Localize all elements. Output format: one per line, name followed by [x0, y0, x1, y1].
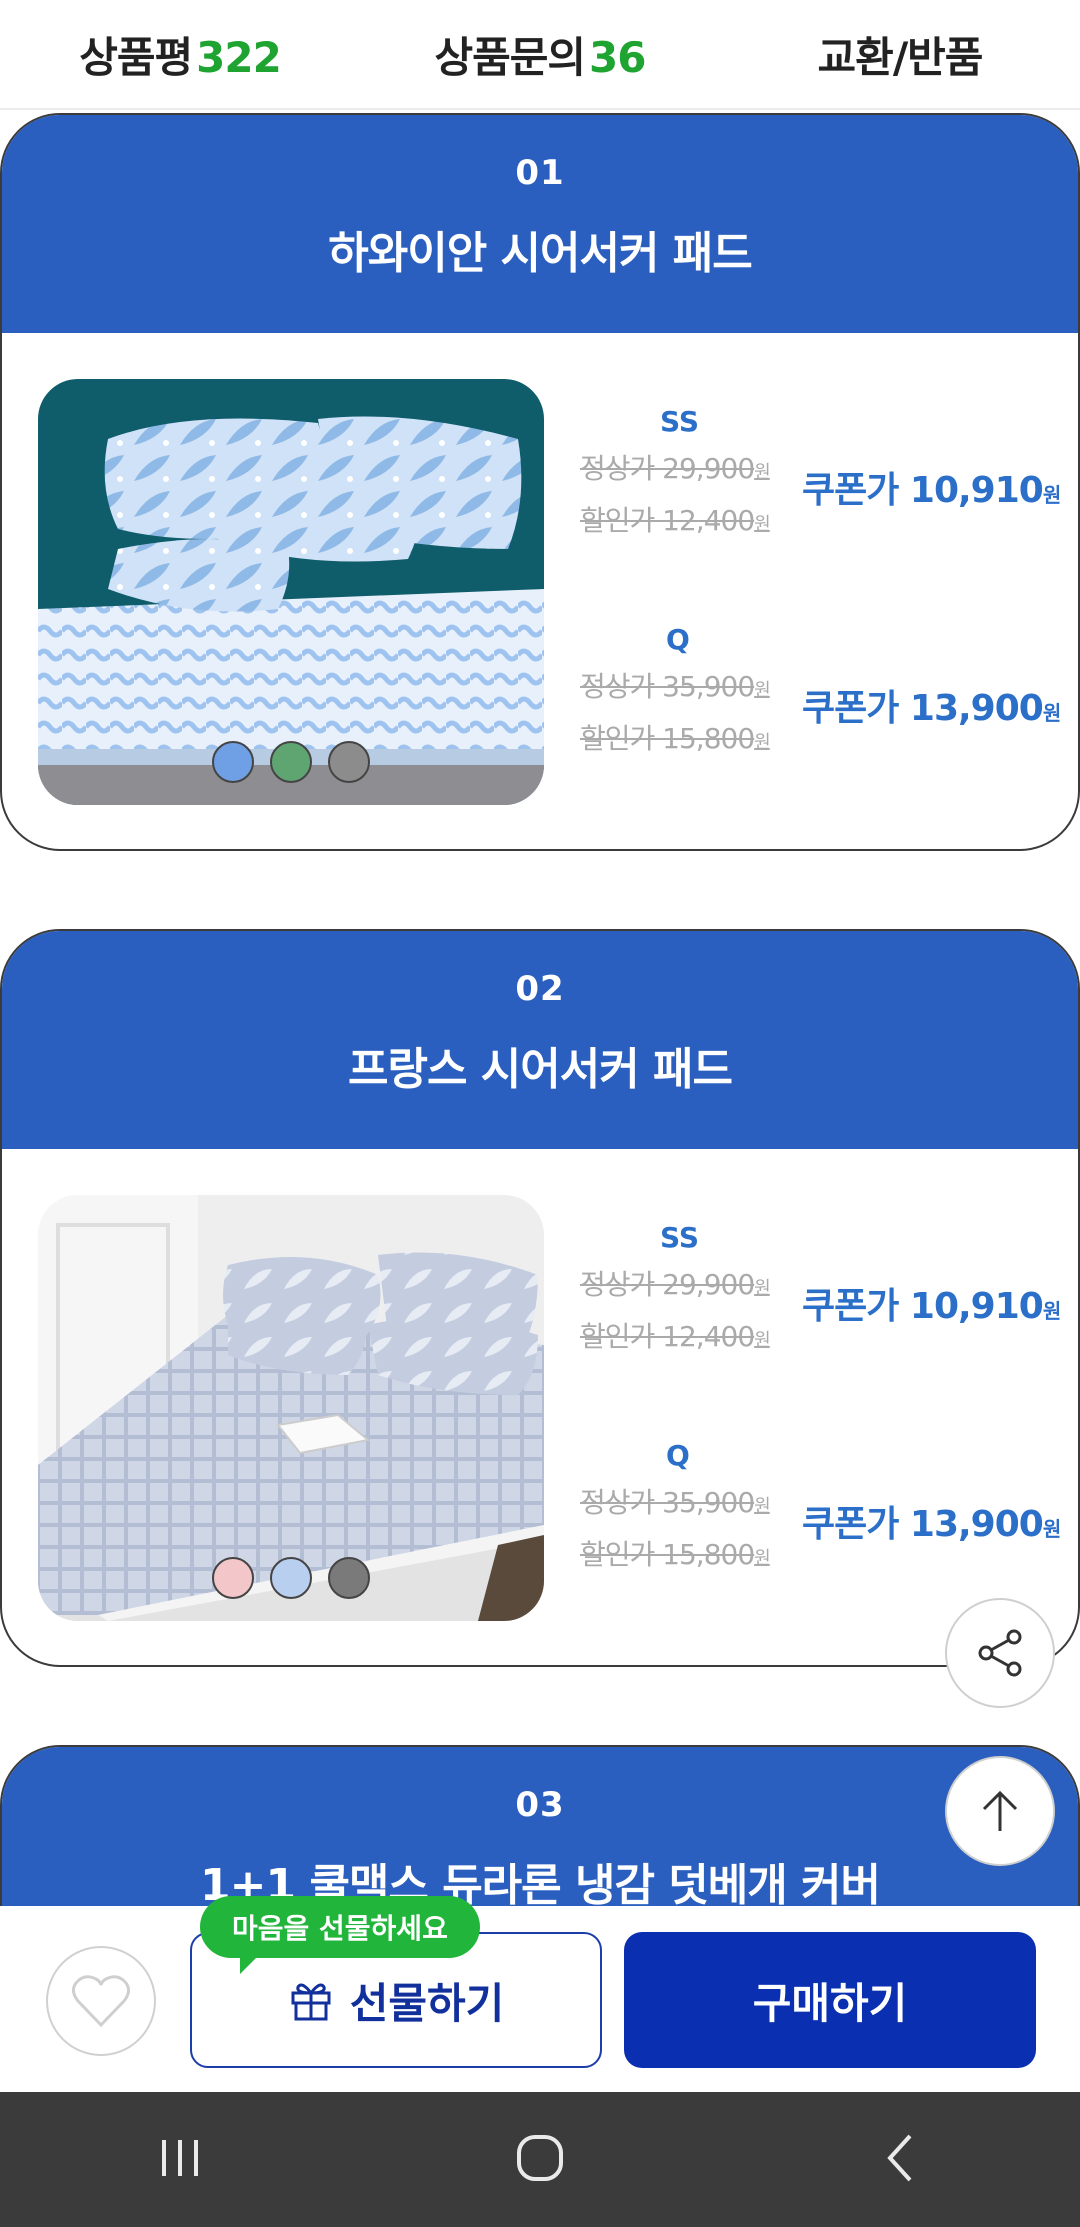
tab-label: 상품평: [79, 32, 193, 82]
size-option-ss: SS 정상가 29,900원 할인가 12,400원 쿠폰가 10,910원: [580, 405, 1061, 565]
size-label: Q: [666, 1439, 690, 1472]
buy-button[interactable]: 구매하기: [624, 1932, 1036, 2068]
heart-icon: [71, 1975, 131, 2028]
back-button[interactable]: [870, 2128, 930, 2192]
coupon-price: 쿠폰가 13,900원: [802, 1504, 1061, 1545]
color-swatch[interactable]: [328, 1557, 370, 1599]
color-swatches: [38, 1557, 544, 1599]
review-tabs: 상품평322 상품문의36 교환/반품: [0, 0, 1080, 110]
size-option-q: Q 정상가 35,900원 할인가 15,800원 쿠폰가 13,900원: [580, 1439, 1061, 1599]
product-title: 하와이안 시어서커 패드: [328, 228, 752, 279]
product-card: 02 프랑스 시어서커 패드 SS 정상가 29,900원 할인가 12,400…: [0, 929, 1080, 1667]
recent-apps-button[interactable]: [150, 2128, 210, 2192]
recent-apps-icon: [162, 2139, 198, 2176]
sale-price: 할인가 12,400원: [580, 504, 771, 537]
bottom-action-bar: 선물하기 구매하기: [0, 1906, 1080, 2092]
product-title: 프랑스 시어서커 패드: [348, 1044, 733, 1095]
regular-price: 정상가 35,900원: [580, 1486, 771, 1519]
tab-label: 상품문의: [434, 32, 586, 82]
color-swatch[interactable]: [212, 1557, 254, 1599]
home-icon: [517, 2134, 563, 2181]
color-swatch[interactable]: [270, 741, 312, 783]
back-icon: [887, 2134, 912, 2181]
tab-count: 322: [196, 32, 282, 82]
product-number: 02: [515, 969, 565, 1009]
arrow-up-icon: [982, 1790, 1018, 1831]
tab-exchange-return[interactable]: 교환/반품: [720, 24, 1080, 85]
share-icon: [978, 1629, 1022, 1677]
scroll-top-button[interactable]: [945, 1756, 1055, 1866]
coupon-price: 쿠폰가 10,910원: [802, 470, 1061, 511]
wishlist-button[interactable]: [46, 1946, 156, 2056]
size-label: SS: [660, 405, 700, 438]
product-header: 01 하와이안 시어서커 패드: [2, 115, 1078, 333]
color-swatch[interactable]: [328, 741, 370, 783]
product-number: 03: [515, 1785, 565, 1825]
gift-tooltip: 마음을 선물하세요: [200, 1896, 480, 1974]
product-image[interactable]: [38, 1195, 544, 1621]
coupon-price: 쿠폰가 13,900원: [802, 688, 1061, 729]
color-swatch[interactable]: [270, 1557, 312, 1599]
product-card: 01 하와이안 시어서커 패드 SS 정상가 29,900원 할인가 12,40…: [0, 113, 1080, 851]
color-swatches: [38, 741, 544, 783]
product-number: 01: [515, 153, 565, 193]
gift-icon: [291, 1983, 331, 2021]
sale-price: 할인가 15,800원: [580, 722, 771, 755]
regular-price: 정상가 29,900원: [580, 452, 771, 485]
product-image[interactable]: [38, 379, 544, 805]
sale-price: 할인가 15,800원: [580, 1538, 771, 1571]
size-label: Q: [666, 623, 690, 656]
product-header: 02 프랑스 시어서커 패드: [2, 931, 1078, 1149]
tab-label: 교환/반품: [817, 32, 984, 82]
color-swatch[interactable]: [212, 741, 254, 783]
product-title: 1+1 쿨맥스 듀라론 냉감 덧베개 커버: [200, 1860, 881, 1911]
size-label: SS: [660, 1221, 700, 1254]
buy-button-label: 구매하기: [752, 1978, 908, 2028]
size-option-q: Q 정상가 35,900원 할인가 15,800원 쿠폰가 13,900원: [580, 623, 1061, 783]
system-nav-bar: [0, 2092, 1080, 2227]
gift-button-label: 선물하기: [349, 1978, 505, 2028]
coupon-price: 쿠폰가 10,910원: [802, 1286, 1061, 1327]
regular-price: 정상가 29,900원: [580, 1268, 771, 1301]
regular-price: 정상가 35,900원: [580, 670, 771, 703]
home-button[interactable]: [510, 2128, 570, 2192]
sale-price: 할인가 12,400원: [580, 1320, 771, 1353]
tab-count: 36: [589, 32, 646, 82]
tab-reviews[interactable]: 상품평322: [0, 24, 360, 85]
tab-inquiries[interactable]: 상품문의36: [360, 24, 720, 85]
share-button[interactable]: [945, 1598, 1055, 1708]
size-option-ss: SS 정상가 29,900원 할인가 12,400원 쿠폰가 10,910원: [580, 1221, 1061, 1381]
